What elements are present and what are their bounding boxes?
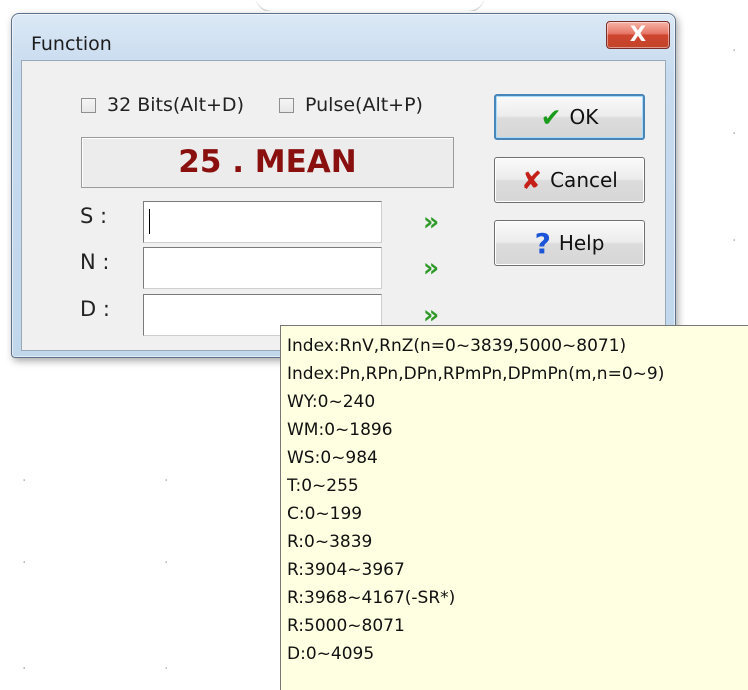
background-dot: · (22, 473, 27, 489)
help-button[interactable]: ? Help (494, 220, 645, 266)
close-button[interactable]: X (606, 21, 670, 49)
x-icon: ✘ (521, 165, 543, 195)
background-dot: · (164, 661, 169, 677)
tooltip-line: T:0~255 (287, 476, 359, 496)
function-name-display: 25 . MEAN (81, 137, 454, 188)
tooltip-line: C:0~199 (287, 504, 363, 524)
tooltip-line: D:0~4095 (287, 644, 375, 664)
dialog-client-area: 32 Bits(Alt+D) Pulse(Alt+P) 25 . MEAN S … (21, 60, 666, 351)
bits-checkbox-row[interactable]: 32 Bits(Alt+D) (81, 94, 244, 116)
ok-button-label: OK (569, 105, 599, 129)
ok-button[interactable]: ✔ OK (494, 94, 645, 140)
n-expand-icon[interactable]: » (423, 255, 447, 280)
tooltip-line: WM:0~1896 (287, 420, 393, 440)
background-dot: · (732, 43, 737, 59)
desktop-background: · · · · · · · · · Function X 32 Bits(Alt… (0, 0, 748, 690)
tooltip-line: WY:0~240 (287, 392, 376, 412)
function-dialog: Function X 32 Bits(Alt+D) Pulse(Alt+P) 2… (11, 13, 676, 358)
question-mark-icon: ? (534, 226, 551, 260)
tooltip-line: R:5000~8071 (287, 616, 405, 636)
parameter-range-tooltip: Index:RnV,RnZ(n=0~3839,5000~8071) Index:… (280, 325, 748, 690)
tooltip-line: Index:Pn,RPn,DPn,RPmPn,DPmPn(m,n=0~9) (287, 364, 665, 384)
tooltip-line: R:3904~3967 (287, 560, 405, 580)
s-expand-icon[interactable]: » (423, 209, 447, 234)
bits-checkbox-label: 32 Bits(Alt+D) (107, 94, 244, 116)
tooltip-line: WS:0~984 (287, 448, 378, 468)
tooltip-line: Index:RnV,RnZ(n=0~3839,5000~8071) (287, 336, 627, 356)
field-label-d: D : (80, 297, 110, 321)
background-dot: · (732, 233, 737, 249)
tooltip-line: R:0~3839 (287, 532, 373, 552)
s-input[interactable] (143, 201, 382, 243)
help-button-label: Help (558, 231, 605, 255)
d-expand-icon[interactable]: » (423, 302, 447, 327)
background-dot: · (22, 661, 27, 677)
n-input[interactable] (143, 247, 382, 289)
pulse-checkbox-row[interactable]: Pulse(Alt+P) (279, 94, 423, 116)
bits-checkbox[interactable] (81, 97, 96, 113)
checkmark-icon: ✔ (540, 102, 562, 132)
field-label-s: S : (80, 204, 108, 228)
dialog-title: Function (31, 33, 112, 55)
close-icon: X (629, 22, 647, 46)
text-cursor (149, 209, 150, 234)
tooltip-line: R:3968~4167(-SR*) (287, 588, 456, 608)
background-dot: · (164, 473, 169, 489)
pulse-checkbox-label: Pulse(Alt+P) (305, 94, 423, 116)
background-dot: · (22, 555, 27, 571)
background-dot: · (732, 126, 737, 142)
field-label-n: N : (80, 250, 110, 274)
cancel-button-label: Cancel (550, 168, 618, 192)
cancel-button[interactable]: ✘ Cancel (494, 157, 645, 203)
pulse-checkbox[interactable] (279, 97, 294, 113)
partial-background-window (255, 0, 485, 11)
background-dot: · (164, 555, 169, 571)
